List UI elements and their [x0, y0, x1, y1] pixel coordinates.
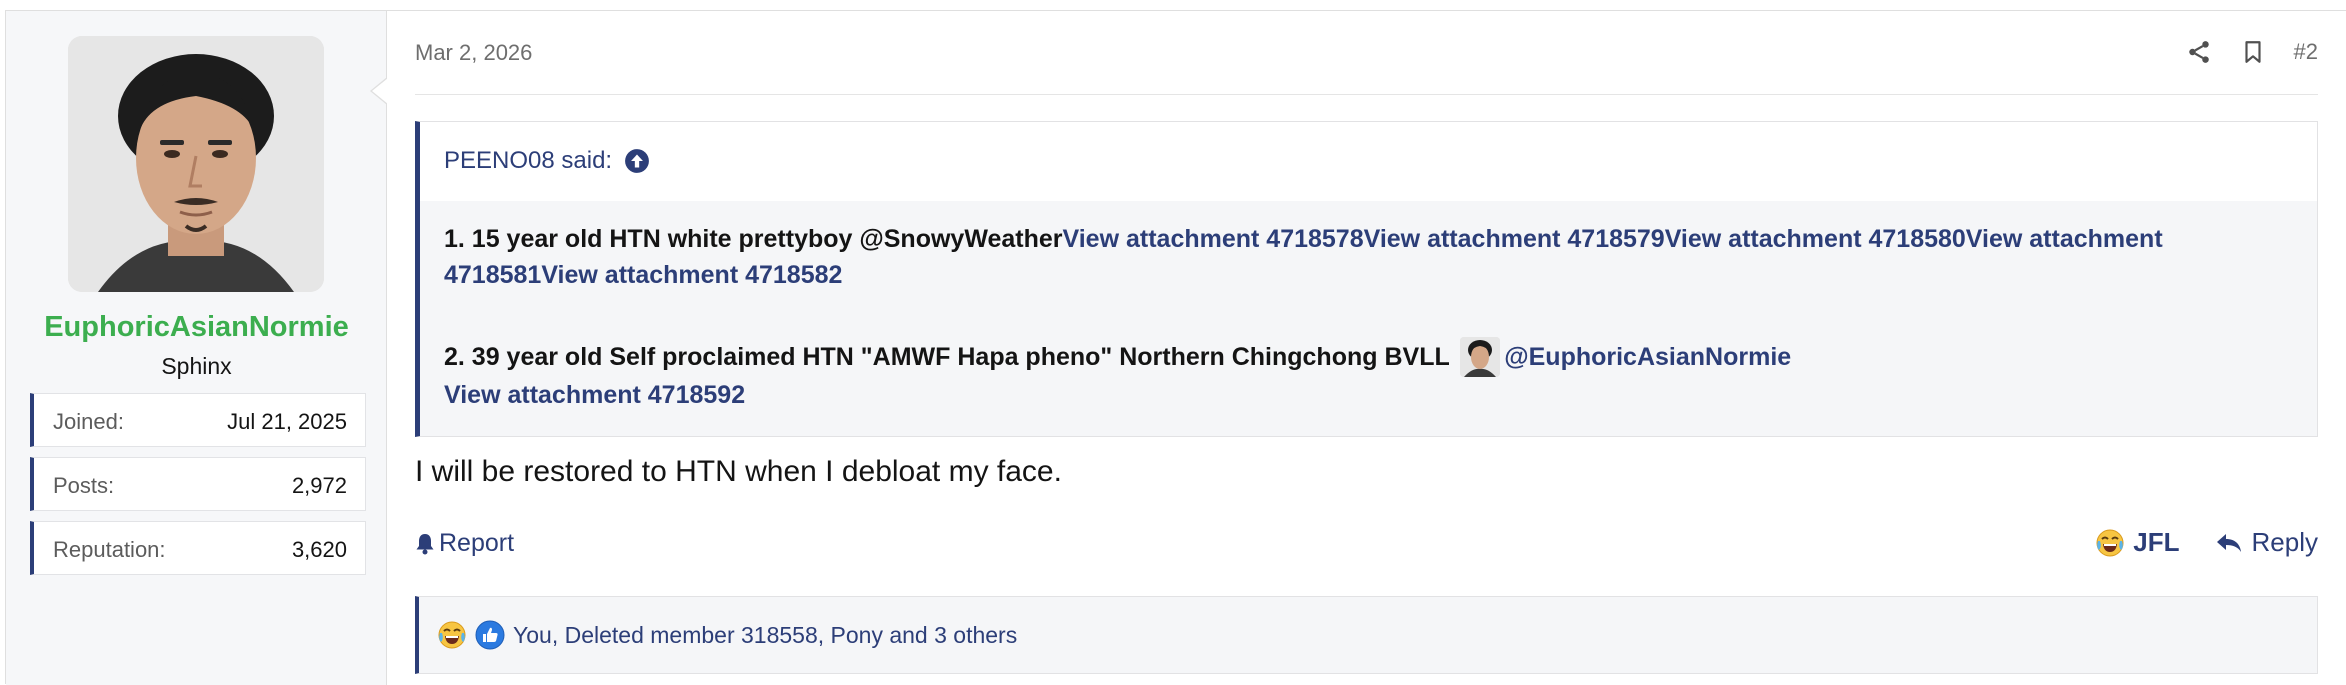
laughing-crying-emoji-icon: [438, 621, 466, 649]
post-date[interactable]: Mar 2, 2026: [415, 40, 532, 66]
quote-author-label: PEENO08 said:: [444, 147, 613, 174]
user-title: Sphinx: [161, 353, 232, 379]
jfl-label: JFL: [2133, 527, 2180, 557]
quote-line-2-text: 2. 39 year old Self proclaimed HTN "AMWF…: [444, 343, 1450, 371]
attachment-links-wrap[interactable]: 4718581View attachment 4718582: [444, 261, 842, 289]
quote-block: PEENO08 said: 1. 15 year old HTN white p…: [415, 121, 2318, 437]
attachment-link[interactable]: View attachment 4718592: [444, 381, 745, 409]
stat-label: Joined:: [53, 409, 124, 434]
jfl-reaction-button[interactable]: JFL: [2095, 527, 2180, 558]
user-sidebar: EuphoricAsianNormie Sphinx Joined: Jul 2…: [6, 11, 387, 685]
reply-arrow-icon: [2216, 533, 2241, 552]
laughing-crying-emoji-icon: [2096, 529, 2124, 556]
quote-header: PEENO08 said:: [420, 122, 2317, 201]
mention-avatar-image: [1460, 337, 1501, 377]
arrow-up-circle-icon[interactable]: [624, 148, 650, 174]
stat-value: 2,972: [291, 473, 347, 498]
post-container: EuphoricAsianNormie Sphinx Joined: Jul 2…: [5, 10, 2346, 685]
attachment-links[interactable]: View attachment 4718578View attachment 4…: [1063, 225, 2163, 253]
reply-button[interactable]: Reply: [2214, 527, 2318, 558]
report-button[interactable]: Report: [415, 529, 514, 558]
mention-avatar[interactable]: [1460, 337, 1501, 377]
stat-label: Posts:: [53, 473, 115, 498]
reply-label: Reply: [2251, 527, 2318, 557]
report-label: Report: [439, 529, 515, 557]
post-actions: JFL Reply: [2095, 527, 2318, 558]
quote-line-1: 1. 15 year old HTN white prettyboy @Snow…: [444, 221, 2257, 293]
stat-value: 3,620: [291, 537, 347, 562]
stat-label: Reputation:: [53, 537, 166, 562]
avatar[interactable]: [68, 36, 324, 292]
post-main: Mar 2, 2026 #2 PEENO08 said: 1. 15 year …: [388, 11, 2346, 685]
quote-author[interactable]: PEENO08 said:: [444, 147, 650, 175]
bell-icon: [416, 533, 434, 554]
quote-line-1-text: 1. 15 year old HTN white prettyboy @Snow…: [444, 225, 1063, 253]
divider: [415, 94, 2318, 95]
stat-reputation: Reputation: 3,620: [30, 521, 366, 575]
stat-joined: Joined: Jul 21, 2025: [30, 393, 366, 447]
username[interactable]: EuphoricAsianNormie: [6, 311, 387, 344]
reactions-bar[interactable]: You, Deleted member 318558, Pony and 3 o…: [415, 596, 2318, 674]
thumbs-up-icon: [475, 620, 505, 650]
mention-link[interactable]: @EuphoricAsianNormie: [1504, 343, 1791, 371]
reactions-summary[interactable]: You, Deleted member 318558, Pony and 3 o…: [513, 622, 1017, 649]
stat-posts: Posts: 2,972: [30, 457, 366, 511]
bookmark-icon[interactable]: [2240, 39, 2266, 65]
post-tools: #2: [2158, 37, 2318, 67]
quote-line-2: 2. 39 year old Self proclaimed HTN "AMWF…: [444, 337, 2257, 413]
post-body: I will be restored to HTN when I debloat…: [415, 455, 1062, 488]
avatar-image: [68, 36, 324, 292]
post-number[interactable]: #2: [2294, 39, 2318, 65]
share-icon[interactable]: [2186, 39, 2212, 65]
stat-value: Jul 21, 2025: [227, 409, 347, 434]
sidebar-pointer: [370, 77, 388, 105]
